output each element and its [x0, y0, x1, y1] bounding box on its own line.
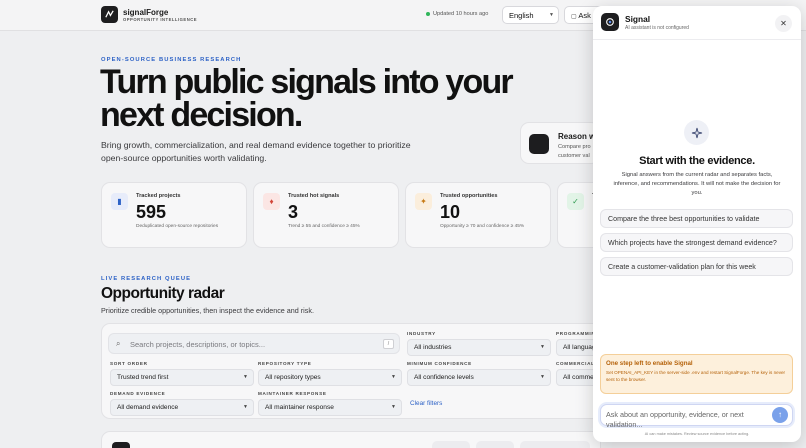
assistant-heading: Start with the evidence.	[639, 155, 755, 167]
signal-logo-icon	[601, 13, 619, 31]
repo-type-label: REPOSITORY TYPE	[258, 361, 312, 366]
programming-value: All languag	[563, 344, 596, 351]
sparkle-icon	[684, 120, 709, 145]
chevron-down-icon: ▼	[243, 374, 248, 380]
stat-card-opportunities: ✦ Trusted opportunities 10 Opportunity ≥…	[405, 182, 551, 248]
stat-title: Trusted hot signals	[288, 193, 340, 199]
check-icon: ✓	[567, 193, 584, 210]
opportunity-card[interactable]	[101, 431, 601, 448]
reason-title: Reason wi	[558, 132, 598, 141]
hero-title: Turn public signals into your next decis…	[100, 63, 514, 134]
chevron-down-icon: ▼	[549, 12, 554, 18]
assistant-header: Signal AI assistant is not configured ✕	[593, 6, 801, 40]
confidence-label: MINIMUM CONFIDENCE	[407, 361, 472, 366]
stat-title: Trusted opportunities	[440, 193, 498, 199]
confidence-select[interactable]: All confidence levels ▼	[407, 369, 551, 386]
stat-card-tracked-projects: ▮ Tracked projects 595 Deduplicated open…	[101, 182, 247, 248]
chevron-down-icon: ▼	[540, 374, 545, 380]
radar-subtitle: Prioritize credible opportunities, then …	[101, 306, 314, 315]
setup-warning: One step left to enable Signal Set OPENA…	[600, 354, 793, 394]
sort-value: Trusted trend first	[117, 374, 169, 381]
assistant-input[interactable]: Ask about an opportunity, evidence, or n…	[600, 404, 793, 429]
maintainer-select[interactable]: All maintainer response ▼	[258, 399, 402, 416]
flame-icon: ♦	[263, 193, 280, 210]
hero-lead: Bring growth, commercialization, and rea…	[101, 140, 411, 163]
assistant-title: Signal	[625, 14, 651, 24]
assistant-subtitle: AI assistant is not configured	[625, 25, 689, 31]
radar-eyebrow: LIVE RESEARCH QUEUE	[101, 276, 192, 282]
input-placeholder: Ask about an opportunity, evidence, or n…	[606, 410, 744, 429]
chevron-down-icon: ▼	[540, 344, 545, 350]
radar-title: Opportunity radar	[101, 285, 225, 302]
stat-card-hot-signals: ♦ Trusted hot signals 3 Trend ≥ 55 and c…	[253, 182, 399, 248]
stat-sub: Deduplicated open-source repositories	[136, 224, 219, 229]
assistant-disclaimer: AI can make mistakes. Review source evid…	[644, 432, 750, 436]
demand-label: DEMAND EVIDENCE	[110, 391, 166, 396]
shortcut-key: /	[383, 339, 394, 349]
chevron-down-icon: ▼	[391, 374, 396, 380]
brand-name[interactable]: signalForge	[123, 8, 168, 17]
clear-filters-link[interactable]: Clear filters	[410, 400, 442, 407]
stat-value: 3	[288, 202, 299, 222]
industry-value: All industries	[414, 344, 452, 351]
language-value: English	[509, 11, 534, 20]
close-icon[interactable]: ✕	[775, 15, 792, 32]
reason-card[interactable]: Reason wi Compare pro customer val	[520, 122, 600, 164]
chat-icon: ▢	[571, 14, 577, 20]
maintainer-value: All maintainer response	[265, 404, 334, 411]
chevron-down-icon: ▼	[243, 404, 248, 410]
sort-label: SORT ORDER	[110, 361, 148, 366]
send-button[interactable]: ↑	[772, 407, 788, 423]
repo-type-select[interactable]: All repository types ▼	[258, 369, 402, 386]
suggestion-button[interactable]: Compare the three best opportunities to …	[600, 209, 793, 228]
sparkle-icon: ✦	[415, 193, 432, 210]
search-placeholder: Search projects, descriptions, or topics…	[130, 340, 266, 349]
updated-text: Updated 10 hours ago	[433, 11, 489, 17]
search-icon: ⌕	[116, 339, 121, 348]
search-input[interactable]: ⌕ Search projects, descriptions, or topi…	[108, 333, 400, 354]
demand-select[interactable]: All demand evidence ▼	[110, 399, 254, 416]
ask-label: Ask	[578, 11, 591, 20]
warning-title: One step left to enable Signal	[606, 360, 693, 367]
project-logo-icon	[112, 442, 130, 448]
assistant-intro: Signal answers from the current radar an…	[613, 172, 781, 197]
status-dot-icon	[426, 12, 430, 16]
suggestion-button[interactable]: Create a customer-validation plan for th…	[600, 257, 793, 276]
brand-tagline: OPPORTUNITY INTELLIGENCE	[123, 17, 198, 22]
language-select[interactable]: English ▼	[502, 6, 559, 24]
maintainer-label: MAINTAINER RESPONSE	[258, 391, 327, 396]
sort-select[interactable]: Trusted trend first ▼	[110, 369, 254, 386]
badge	[476, 441, 514, 448]
logo-icon[interactable]	[101, 6, 118, 23]
commercial-label: COMMERCIAL	[556, 361, 595, 366]
chevron-down-icon: ▼	[391, 404, 396, 410]
suggestion-button[interactable]: Which projects have the strongest demand…	[600, 233, 793, 252]
updated-status: Updated 10 hours ago	[426, 11, 488, 17]
stat-value: 10	[440, 202, 461, 222]
assistant-panel: Signal AI assistant is not configured ✕ …	[593, 6, 801, 442]
industry-select[interactable]: All industries ▼	[407, 339, 551, 356]
signal-logo-icon	[529, 134, 549, 154]
stat-sub: Trend ≥ 55 and confidence ≥ 45%	[288, 224, 360, 229]
industry-label: INDUSTRY	[407, 331, 436, 336]
warning-body: Set OPENAI_API_KEY in the server-side .e…	[606, 370, 786, 383]
stat-title: Tracked projects	[136, 193, 181, 199]
badge	[520, 441, 590, 448]
confidence-value: All confidence levels	[414, 374, 474, 381]
demand-value: All demand evidence	[117, 404, 179, 411]
stat-value: 595	[136, 202, 167, 222]
stat-sub: Opportunity ≥ 70 and confidence ≥ 45%	[440, 224, 525, 229]
badge	[432, 441, 470, 448]
repo-type-value: All repository types	[265, 374, 321, 381]
bar-chart-icon: ▮	[111, 193, 128, 210]
